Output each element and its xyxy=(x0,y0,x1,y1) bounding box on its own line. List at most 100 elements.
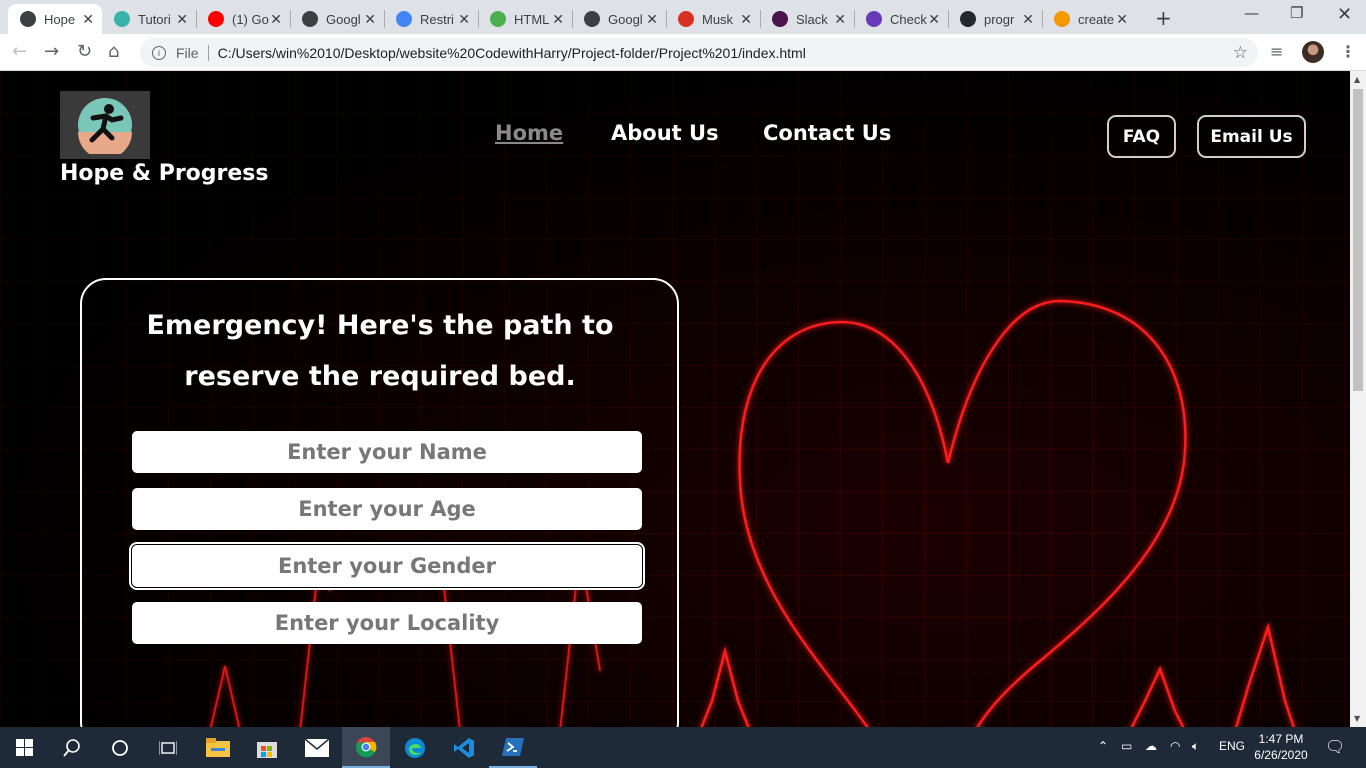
browser-tab-title: Googl xyxy=(326,11,361,27)
url-text[interactable]: C:/Users/win%2010/Desktop/website%20Code… xyxy=(218,45,806,61)
browser-tab[interactable]: Googl ✕ xyxy=(290,4,384,34)
email-us-button[interactable]: Email Us xyxy=(1197,115,1306,158)
close-tab-icon[interactable]: ✕ xyxy=(1022,11,1034,28)
github-icon xyxy=(960,11,976,27)
browser-tab[interactable]: Restri ✕ xyxy=(384,4,478,34)
browser-tab[interactable]: Check ✕ xyxy=(854,4,948,34)
back-arrow-icon[interactable]: ← xyxy=(12,41,27,62)
close-tab-icon[interactable]: ✕ xyxy=(364,11,376,28)
clock-date: 6/26/2020 xyxy=(1254,748,1308,762)
browser-tab[interactable]: Tutori ✕ xyxy=(102,4,196,34)
page-scrollbar[interactable]: ▲ ▼ xyxy=(1350,71,1366,727)
browser-tab-title: progr xyxy=(984,11,1015,27)
globe-icon xyxy=(584,11,600,27)
faq-button[interactable]: FAQ xyxy=(1107,115,1176,158)
scheme-divider xyxy=(207,44,209,61)
scroll-thumb[interactable] xyxy=(1353,89,1363,391)
browser-tab[interactable]: Musk ✕ xyxy=(666,4,760,34)
edge-icon[interactable] xyxy=(391,727,439,768)
site-logo[interactable] xyxy=(60,91,150,159)
form-title: Emergency! Here's the path to reserve th… xyxy=(146,310,614,392)
bookmark-star-icon[interactable]: ☆ xyxy=(1233,43,1248,63)
close-tab-icon[interactable]: ✕ xyxy=(552,11,564,28)
nav-about-link[interactable]: About Us xyxy=(611,121,719,145)
close-tab-icon[interactable]: ✕ xyxy=(1116,11,1128,28)
mail-icon[interactable] xyxy=(293,727,341,768)
browser-tab[interactable]: progr ✕ xyxy=(948,4,1042,34)
browser-tab-title: Musk xyxy=(702,11,734,27)
tab-separator xyxy=(1042,10,1043,28)
wifi-icon[interactable]: ◠ xyxy=(1170,739,1180,753)
powershell-icon[interactable] xyxy=(489,727,537,768)
locality-input[interactable] xyxy=(132,602,642,644)
youtube-icon xyxy=(208,11,224,27)
close-tab-icon[interactable]: ✕ xyxy=(458,11,470,28)
clock-time: 1:47 PM xyxy=(1258,732,1304,746)
slack-icon xyxy=(772,11,788,27)
browser-tab-title: Slack xyxy=(796,11,828,27)
browser-tab[interactable]: Googl ✕ xyxy=(572,4,666,34)
tab-separator xyxy=(854,10,855,28)
browser-tab-title: Googl xyxy=(608,11,643,27)
cortana-icon[interactable] xyxy=(96,727,144,768)
info-icon[interactable]: i xyxy=(152,45,166,60)
scroll-up-arrow-icon[interactable]: ▲ xyxy=(1354,75,1360,84)
pulse-line-left xyxy=(700,646,750,727)
home-icon[interactable]: ⌂ xyxy=(108,41,119,62)
store-icon[interactable] xyxy=(243,727,291,768)
task-view-icon[interactable] xyxy=(144,727,192,768)
menu-kebab-icon[interactable]: ⋮ xyxy=(1340,42,1356,61)
browser-tab[interactable]: Slack ✕ xyxy=(760,4,854,34)
show-hidden-icons-chevron-icon[interactable]: ⌃ xyxy=(1098,739,1108,753)
search-icon[interactable] xyxy=(48,727,96,768)
restore-button[interactable]: ❐ xyxy=(1290,4,1303,22)
runner-logo-icon xyxy=(78,98,132,154)
age-input[interactable] xyxy=(132,488,642,530)
scroll-down-arrow-icon[interactable]: ▼ xyxy=(1354,714,1360,723)
nav-contact-link[interactable]: Contact Us xyxy=(763,121,891,145)
browser-tab-title: (1) Go xyxy=(232,11,269,27)
close-tab-icon[interactable]: ✕ xyxy=(834,11,846,28)
gmail-icon xyxy=(678,11,694,27)
name-input[interactable] xyxy=(132,431,642,473)
browser-toolbar: ← → ↻ ⌂ i File C:/Users/win%2010/Desktop… xyxy=(0,34,1366,71)
forward-arrow-icon[interactable]: → xyxy=(44,41,59,62)
minimize-button[interactable]: — xyxy=(1244,4,1259,22)
chrome-icon[interactable] xyxy=(342,727,390,768)
nav-home-link[interactable]: Home xyxy=(495,121,563,145)
close-tab-icon[interactable]: ✕ xyxy=(270,11,282,28)
media-control-icon[interactable]: ≡ xyxy=(1270,42,1283,61)
file-explorer-icon[interactable] xyxy=(194,727,242,768)
close-tab-icon[interactable]: ✕ xyxy=(740,11,752,28)
browser-tab[interactable]: (1) Go ✕ xyxy=(196,4,290,34)
language-indicator[interactable]: ENG xyxy=(1219,739,1245,753)
cloud-icon[interactable]: ☁ xyxy=(1145,739,1157,753)
address-bar[interactable]: i File C:/Users/win%2010/Desktop/website… xyxy=(140,38,1258,67)
system-clock[interactable]: 1:47 PM 6/26/2020 xyxy=(1250,731,1312,763)
start-icon[interactable] xyxy=(0,727,48,768)
browser-tab[interactable]: Hope ✕ xyxy=(8,4,102,34)
close-tab-icon[interactable]: ✕ xyxy=(82,11,94,28)
tab-separator xyxy=(478,10,479,28)
browser-tab[interactable]: HTML ✕ xyxy=(478,4,572,34)
close-window-button[interactable]: ✕ xyxy=(1337,4,1352,25)
tab-separator xyxy=(196,10,197,28)
tab-separator xyxy=(760,10,761,28)
browser-tab-title: Restri xyxy=(420,11,454,27)
new-tab-button[interactable]: + xyxy=(1155,6,1172,30)
browser-tab[interactable]: create ✕ xyxy=(1042,4,1136,34)
gender-input[interactable] xyxy=(132,545,642,587)
notification-icon[interactable]: 🗨︎ xyxy=(1325,737,1345,757)
reload-icon[interactable]: ↻ xyxy=(77,41,92,62)
heart-outline xyxy=(738,299,1187,727)
close-tab-icon[interactable]: ✕ xyxy=(646,11,658,28)
battery-icon[interactable]: ▭ xyxy=(1121,739,1132,753)
close-tab-icon[interactable]: ✕ xyxy=(176,11,188,28)
volume-icon[interactable]: 🔈︎ xyxy=(1192,739,1199,754)
vscode-icon[interactable] xyxy=(440,727,488,768)
brand-name: Hope & Progress xyxy=(60,161,269,186)
close-tab-icon[interactable]: ✕ xyxy=(928,11,940,28)
tab-separator xyxy=(666,10,667,28)
pulse-line-right xyxy=(1234,622,1295,727)
profile-avatar[interactable] xyxy=(1302,41,1324,63)
